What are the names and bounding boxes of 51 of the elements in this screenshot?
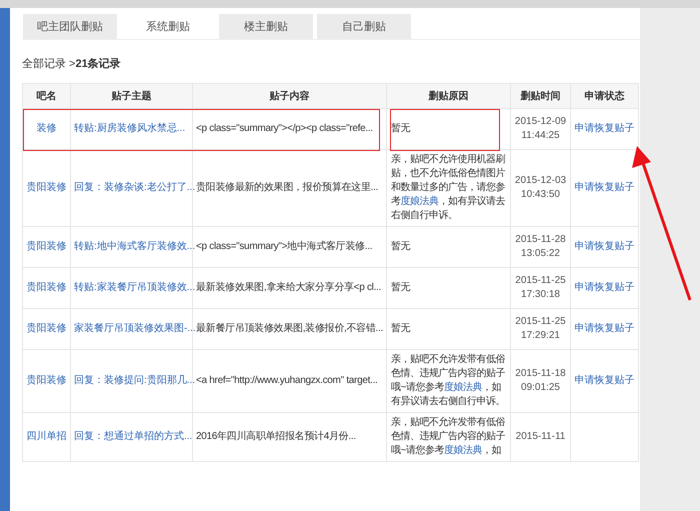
delete-date: 2015-12-09 xyxy=(514,116,566,127)
forum-link[interactable]: 贵阳装修 xyxy=(26,375,66,386)
forum-link[interactable]: 装修 xyxy=(36,123,56,134)
column-header: 贴子内容 xyxy=(192,84,386,108)
delete-date: 2015-11-11 xyxy=(516,431,566,442)
delete-time: 11:44:25 xyxy=(521,130,560,141)
column-header: 贴子主题 xyxy=(70,84,192,108)
delete-time: 13:05:22 xyxy=(521,248,560,259)
tab[interactable]: 自己删贴 xyxy=(317,14,411,39)
post-content-text: <a href="http://www.yuhangzx.com" target... xyxy=(196,375,378,386)
post-title-link[interactable]: 回复：装修杂谈:老公打了... xyxy=(74,182,196,193)
delete-date: 2015-11-28 xyxy=(515,234,566,245)
delete-reason-text: 暂无 xyxy=(391,123,410,134)
breadcrumb: 全部记录 >21条记录 xyxy=(22,58,121,70)
delete-time: 17:30:18 xyxy=(521,289,560,300)
post-content-text: 最新装修效果图,拿来给大家分享分享<p cl... xyxy=(196,282,382,293)
rules-link[interactable]: 度娘法典 xyxy=(400,196,438,207)
post-title-link[interactable]: 家装餐厅吊顶装修效果图-... xyxy=(74,323,196,334)
post-title-link[interactable]: 转贴:地中海式客厅装修效... xyxy=(74,241,196,252)
delete-reason-text: 暂无 xyxy=(391,323,410,334)
delete-reason-text: 暂无 xyxy=(391,282,410,293)
delete-reason-text: 亲，贴吧不允许使用机器刷贴，也不允许低俗色情图片和数量过多的广告，请您参考度娘法典，如有异议请去右侧自行申诉。 xyxy=(391,154,505,221)
post-content-text: 2016年四川高职单招报名预计4月份... xyxy=(196,431,356,442)
tab[interactable]: 楼主删贴 xyxy=(219,14,313,39)
post-content-text: 贵阳装修最新的效果图，报价预算在这里... xyxy=(196,182,378,193)
column-header: 删贴时间 xyxy=(510,84,570,108)
delete-date: 2015-11-25 xyxy=(515,275,566,286)
column-header: 申请状态 xyxy=(570,84,638,108)
delete-date: 2015-11-18 xyxy=(515,368,566,379)
post-title-link[interactable]: 回复：装修提问:贵阳那几... xyxy=(74,375,196,386)
tab[interactable]: 吧主团队删贴 xyxy=(23,14,117,39)
post-title-link[interactable]: 转贴:家装餐厅吊顶装修效... xyxy=(74,282,196,293)
forum-link[interactable]: 四川单招 xyxy=(26,431,66,442)
rules-link[interactable]: 度娘法典 xyxy=(444,445,482,456)
delete-reason-text: 暂无 xyxy=(391,241,410,252)
post-content-text: <p class="summary">地中海式客厅装修... xyxy=(196,241,372,252)
restore-post-link[interactable]: 申请恢复贴子 xyxy=(574,182,634,193)
delete-reason-text: 亲，贴吧不允许发带有低俗色情、违规广告内容的贴子哦~请您参考度娘法典，如有异议请去右侧自行申诉。 xyxy=(391,354,505,407)
post-content-text: <p class="summary"></p><p class="refe... xyxy=(196,123,373,134)
delete-time: 10:43:50 xyxy=(521,189,560,200)
column-header: 吧名 xyxy=(22,84,70,108)
delete-reason-text: 亲，贴吧不允许发带有低俗色情、违规广告内容的贴子哦~请您参考度娘法典，如 xyxy=(391,417,505,456)
forum-link[interactable]: 贵阳装修 xyxy=(26,182,66,193)
delete-time: 17:29:21 xyxy=(521,330,560,341)
delete-date: 2015-12-03 xyxy=(514,175,566,186)
delete-time: 09:01:25 xyxy=(521,382,560,393)
delete-date: 2015-11-25 xyxy=(515,316,566,327)
column-header: 删贴原因 xyxy=(386,84,510,108)
restore-post-link[interactable]: 申请恢复贴子 xyxy=(574,375,634,386)
post-content-text: 最新餐厅吊顶装修效果图,装修报价,不容错... xyxy=(196,323,383,334)
rules-link[interactable]: 度娘法典 xyxy=(444,382,482,393)
